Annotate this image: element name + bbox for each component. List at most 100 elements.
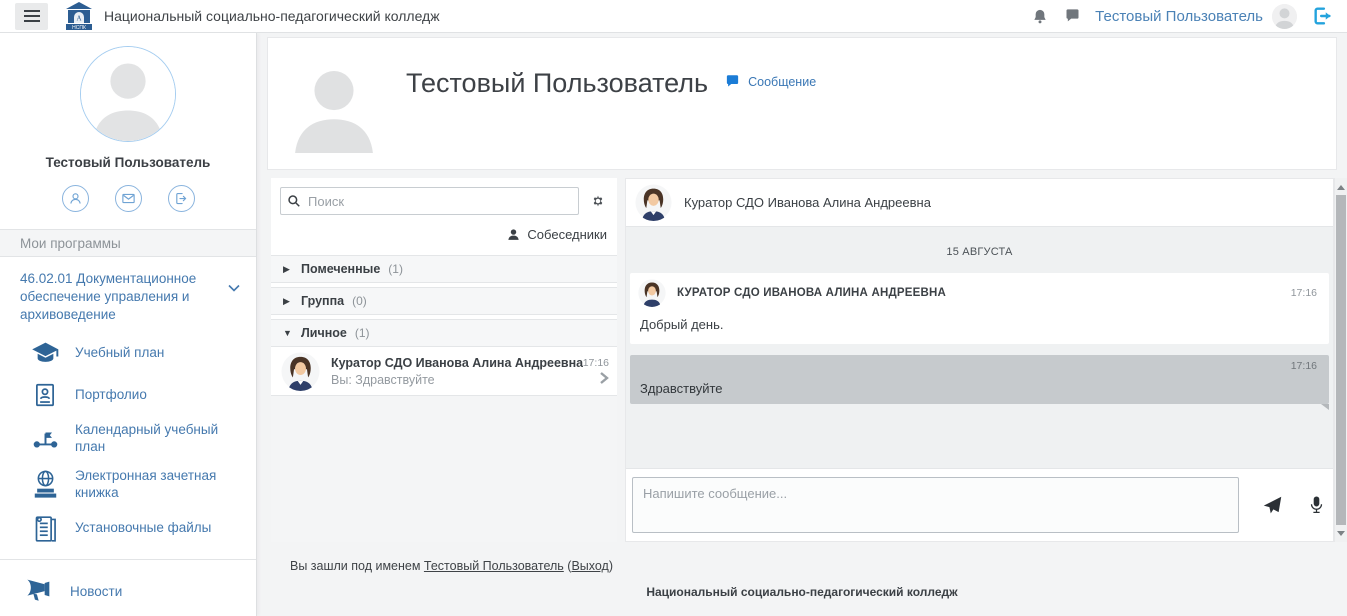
logged-in-user-link[interactable]: Тестовый Пользователь — [424, 559, 564, 573]
program-title[interactable]: 46.02.01 Документационное обеспечение уп… — [0, 257, 256, 332]
sidebar-quick-icons — [0, 185, 256, 212]
top-bar: А НСПК Национальный социально-педагогиче… — [0, 0, 1347, 33]
megaphone-icon — [20, 573, 56, 610]
milestones-icon — [30, 424, 60, 454]
sidebar-avatar[interactable] — [80, 46, 176, 142]
conversation-name: Куратор СДО Иванова Алина Андреевна — [331, 356, 583, 370]
globe-books-icon — [30, 470, 60, 500]
svg-text:НСПК: НСПК — [72, 25, 86, 31]
message-sender-name: КУРАТОР СДО ИВАНОВА АЛИНА АНДРЕЕВНА — [677, 287, 1280, 299]
profile-icon[interactable] — [62, 185, 89, 212]
group-row-group[interactable]: ▶ Группа (0) — [271, 287, 617, 315]
sidebar-user-name: Тестовый Пользователь — [0, 155, 256, 170]
sidebar-item-label: Портфолио — [75, 387, 147, 404]
group-label: Группа — [301, 294, 344, 308]
sidebar-item-gradebook[interactable]: Электронная зачетная книжка — [0, 462, 256, 508]
sidebar-item-calendar-plan[interactable]: Календарный учебный план — [0, 416, 256, 462]
app-window: А НСПК Национальный социально-педагогиче… — [0, 0, 1347, 616]
sidebar: Тестовый Пользователь Мои программы 46.0… — [0, 33, 257, 616]
header-logout-icon[interactable] — [1311, 5, 1335, 27]
messages-bubble-icon[interactable] — [1063, 7, 1081, 25]
program-title-label: 46.02.01 Документационное обеспечение уп… — [20, 270, 222, 324]
sidebar-item-setup-files[interactable]: Установочные файлы — [0, 508, 256, 550]
chat-column: Куратор СДО Иванова Алина Андреевна 15 А… — [625, 178, 1334, 542]
bracket-close: ) — [609, 559, 613, 573]
group-count: (0) — [352, 294, 367, 308]
voice-message-button[interactable] — [1305, 494, 1327, 516]
message-input[interactable] — [632, 477, 1239, 533]
search-icon — [287, 194, 301, 208]
expand-arrow-icon: ▼ — [283, 328, 293, 338]
group-count: (1) — [388, 262, 403, 276]
search-box — [280, 187, 579, 215]
paper-plane-icon — [1262, 495, 1283, 516]
hamburger-icon — [24, 10, 40, 22]
chat-partner-name: Куратор СДО Иванова Алина Андреевна — [684, 195, 931, 210]
group-label: Личное — [301, 326, 347, 340]
contacts-empty-area — [271, 396, 617, 542]
notifications-bell-icon[interactable] — [1031, 7, 1049, 25]
mail-icon[interactable] — [115, 185, 142, 212]
outgoing-message: 17:16 Здравствуйте — [630, 355, 1329, 404]
chat-date-separator: 15 АВГУСТА — [630, 246, 1329, 258]
graduation-cap-icon — [30, 338, 60, 368]
logout-icon[interactable] — [168, 185, 195, 212]
send-message-button[interactable] — [1261, 494, 1283, 516]
hamburger-menu-button[interactable] — [15, 3, 48, 30]
conversation-list-item[interactable]: Куратор СДО Иванова Алина Андреевна Вы: … — [271, 347, 617, 396]
page-footer: Вы зашли под именем Тестовый Пользовател… — [257, 559, 1347, 599]
footer-college-name: Национальный социально-педагогический ко… — [257, 585, 1347, 599]
message-time: 17:16 — [638, 360, 1317, 372]
collapse-arrow-icon: ▶ — [283, 296, 293, 307]
sidebar-item-portfolio[interactable]: Портфолио — [0, 374, 256, 416]
search-input[interactable] — [308, 194, 572, 209]
sidebar-item-curriculum[interactable]: Учебный план — [0, 332, 256, 374]
chat-message-area: 15 АВГУСТА КУРАТОР СДО ИВАНОВА АЛИНА АНД… — [626, 227, 1333, 468]
header-user-name[interactable]: Тестовый Пользователь — [1095, 8, 1263, 25]
search-row — [271, 178, 617, 221]
message-text: Здравствуйте — [640, 381, 1317, 396]
group-row-starred[interactable]: ▶ Помеченные (1) — [271, 255, 617, 283]
header-avatar[interactable] — [1272, 4, 1297, 29]
chevron-down-icon — [228, 284, 240, 292]
microphone-icon — [1309, 495, 1324, 516]
portfolio-card-icon — [30, 380, 60, 410]
send-message-link[interactable]: Сообщение — [724, 74, 816, 89]
group-label: Помеченные — [301, 262, 380, 276]
chat-scrollbar[interactable] — [1334, 178, 1347, 542]
chat-input-row — [626, 468, 1333, 541]
login-status-line: Вы зашли под именем Тестовый Пользовател… — [290, 559, 1347, 573]
login-prefix: Вы зашли под именем — [290, 559, 424, 573]
messenger-panel: Собеседники ▶ Помеченные (1) ▶ Группа (0… — [271, 178, 1336, 542]
sender-avatar — [638, 279, 666, 307]
contact-avatar — [281, 352, 320, 391]
sidebar-item-label: Учебный план — [75, 345, 164, 362]
sidebar-item-label: Установочные файлы — [75, 520, 211, 537]
group-row-private[interactable]: ▼ Личное (1) — [271, 319, 617, 347]
settings-gear-icon[interactable] — [587, 190, 609, 212]
profile-card: Тестовый Пользователь Сообщение — [267, 37, 1337, 170]
message-bubble-icon — [724, 74, 741, 89]
logout-link[interactable]: Выход — [571, 559, 608, 573]
chevron-right-icon — [599, 371, 609, 385]
conversation-preview: Вы: Здравствуйте — [331, 373, 583, 387]
sidebar-item-label: Электронная зачетная книжка — [75, 468, 248, 502]
my-programs-heading: Мои программы — [0, 229, 256, 257]
scroll-up-arrow-icon[interactable] — [1335, 180, 1347, 194]
conversation-meta: 17:16 — [583, 357, 609, 385]
profile-avatar — [288, 58, 380, 153]
top-right-group: Тестовый Пользователь — [1031, 4, 1347, 29]
message-time: 17:16 — [1291, 287, 1317, 299]
sidebar-item-label: Новости — [70, 584, 122, 599]
sidebar-item-news[interactable]: Новости — [0, 559, 256, 616]
sidebar-menu: Учебный план Портфолио Календарный учебн… — [0, 332, 256, 550]
scrollbar-thumb[interactable] — [1336, 195, 1346, 525]
sidebar-item-label: Календарный учебный план — [75, 422, 248, 456]
contacts-column: Собеседники ▶ Помеченные (1) ▶ Группа (0… — [271, 178, 617, 542]
incoming-message: КУРАТОР СДО ИВАНОВА АЛИНА АНДРЕЕВНА 17:1… — [630, 273, 1329, 344]
scroll-down-arrow-icon[interactable] — [1335, 526, 1347, 540]
chat-header: Куратор СДО Иванова Алина Андреевна — [626, 179, 1333, 227]
main-content: Тестовый Пользователь Сообщение — [257, 33, 1347, 616]
contacts-toggle[interactable]: Собеседники — [271, 221, 617, 251]
svg-text:А: А — [76, 15, 81, 23]
